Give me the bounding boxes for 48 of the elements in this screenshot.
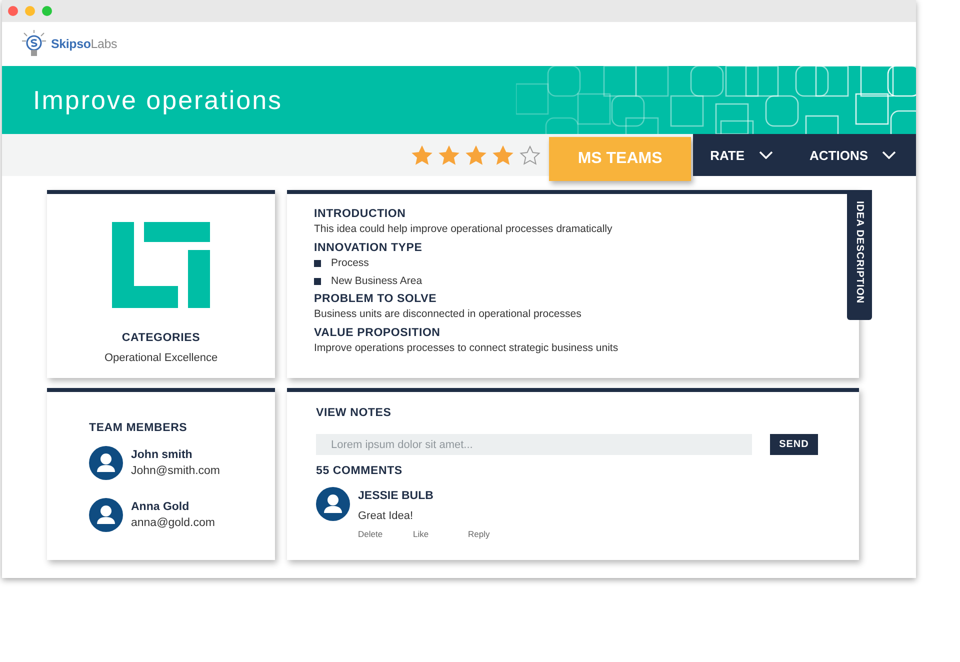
avatar-icon <box>89 446 123 480</box>
page-title: Improve operations <box>33 84 283 116</box>
comment-author: JESSIE BULB <box>358 490 434 502</box>
category-value: Operational Excellence <box>104 352 218 364</box>
send-button[interactable]: SEND <box>770 434 818 455</box>
notes-heading: VIEW NOTES <box>316 407 392 419</box>
section-heading: INNOVATION TYPE <box>314 242 424 254</box>
close-icon[interactable] <box>8 6 18 16</box>
menu-button[interactable]: RATE <box>693 134 792 176</box>
comment-action-link[interactable]: Like <box>413 529 468 539</box>
category-heading: CATEGORIES <box>122 332 200 344</box>
section-text: Improve operations processes to connect strategic business units <box>314 342 620 354</box>
comment-action-link[interactable]: Delete <box>358 529 413 539</box>
idea-description-tab[interactable]: IDEA DESCRIPTION <box>847 190 872 320</box>
chevron-down-icon <box>882 151 896 159</box>
list-item: Process <box>331 257 369 269</box>
member-name: John smith <box>131 449 194 461</box>
list-item: New Business Area <box>331 275 422 287</box>
star-empty-icon <box>519 144 542 166</box>
lightbulb-logo-icon <box>19 30 49 58</box>
star-filled-icon <box>465 144 488 166</box>
comment-action-link[interactable]: Reply <box>468 529 523 539</box>
section-text: This idea could help improve operational processes dramatically <box>314 223 614 235</box>
comment-count: 55 COMMENTS <box>316 465 404 477</box>
section-heading: VALUE PROPOSITION <box>314 327 442 339</box>
section-text: Business units are disconnected in operational processes <box>314 308 582 320</box>
star-filled-icon <box>411 144 434 166</box>
member-email: John@smith.com <box>131 465 220 477</box>
minimize-icon[interactable] <box>25 6 35 16</box>
zoom-icon[interactable] <box>42 6 52 16</box>
logo-text: SkipsoLabs <box>51 37 118 51</box>
team-heading: TEAM MEMBERS <box>89 422 188 434</box>
star-filled-icon <box>438 144 460 166</box>
bullet-icon <box>314 260 321 266</box>
star-rating[interactable] <box>411 144 542 166</box>
squares-logo-icon <box>112 222 210 308</box>
section-heading: PROBLEM TO SOLVE <box>314 293 438 305</box>
chevron-down-icon <box>758 151 772 159</box>
bullet-icon <box>314 278 321 284</box>
section-heading: INTRODUCTION <box>314 208 407 220</box>
star-filled-icon <box>492 144 514 166</box>
member-email: anna@gold.com <box>131 517 215 529</box>
comment-text: Great Idea! <box>358 510 414 522</box>
avatar-icon <box>89 498 123 532</box>
avatar-icon <box>316 487 350 521</box>
member-name: Anna Gold <box>131 501 190 513</box>
notes-input[interactable]: Lorem ipsum dolor sit amet... <box>316 434 752 455</box>
menu-button[interactable]: ACTIONS <box>792 134 916 176</box>
